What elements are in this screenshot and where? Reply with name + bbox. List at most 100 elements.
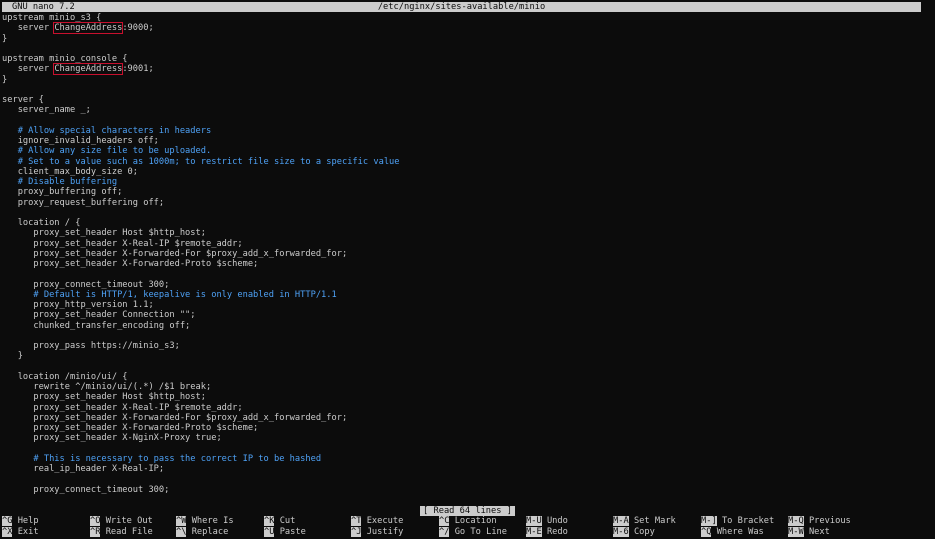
shortcut-key: ^W	[176, 516, 187, 526]
comment-line: # Disable buffering	[2, 177, 927, 187]
code-line: proxy_http_version 1.1;	[2, 300, 927, 310]
shortcut-label: Set Mark	[633, 516, 676, 526]
code-line: }	[2, 351, 927, 361]
code-line: upstream minio_s3 {	[2, 13, 927, 23]
code-line: server ChangeAddress:9000;	[2, 22, 927, 35]
code-line: ignore_invalid_headers off;	[2, 136, 927, 146]
shortcut-key: ^K	[264, 516, 275, 526]
shortcut-label: Exit	[17, 526, 39, 537]
shortcut-key: M-6	[613, 526, 629, 537]
line-text: upstream minio_s3 {	[2, 13, 102, 23]
shortcut-set-mark[interactable]: M-A Set Mark	[613, 516, 676, 527]
code-line: proxy_connect_timeout 300;	[2, 485, 927, 495]
code-line: server_name _;	[2, 105, 927, 115]
shortcut-label: Where Is	[191, 516, 234, 526]
shortcut-label: Undo	[546, 516, 568, 526]
code-line: proxy_set_header Host $http_host;	[2, 228, 927, 238]
shortcut-label: Replace	[191, 526, 229, 537]
shortcut-key: ^U	[264, 526, 275, 537]
code-line: proxy_set_header X-NginX-Proxy true;	[2, 433, 927, 443]
line-text: # This is necessary to pass the correct …	[2, 453, 322, 464]
shortcut-execute[interactable]: ^T Execute	[351, 516, 403, 527]
shortcut-key: M-E	[526, 526, 542, 537]
comment-line: # Allow special characters in headers	[2, 126, 927, 136]
line-text: proxy_http_version 1.1;	[2, 300, 154, 310]
shortcut-previous[interactable]: M-Q Previous	[788, 516, 851, 527]
highlighted-address: ChangeAddress	[53, 22, 124, 35]
shortcut-write-out[interactable]: ^O Write Out	[90, 516, 153, 527]
shortcut-where-is[interactable]: ^W Where Is	[176, 516, 234, 527]
line-text: proxy_set_header X-Forwarded-Proto $sche…	[2, 423, 259, 433]
line-text: location / {	[2, 218, 81, 228]
shortcut-undo[interactable]: M-U Undo	[526, 516, 568, 527]
shortcut-cut[interactable]: ^K Cut	[264, 516, 295, 527]
line-text: proxy_set_header X-Forwarded-For $proxy_…	[2, 248, 348, 259]
code-line: location / {	[2, 218, 927, 228]
line-text: chunked_transfer_encoding off;	[2, 320, 191, 331]
shortcut-justify[interactable]: ^J Justify	[351, 526, 403, 538]
shortcut-where-was[interactable]: ^Q Where Was	[701, 526, 764, 538]
highlighted-address: ChangeAddress	[53, 63, 124, 76]
shortcut-paste[interactable]: ^U Paste	[264, 526, 306, 538]
shortcut-help[interactable]: ^G Help	[2, 516, 39, 527]
line-text: location /minio/ui/ {	[2, 371, 128, 382]
shortcut-row-1: ^G Help ^O Write Out ^W Where Is ^K Cut ^T E…	[2, 516, 935, 527]
code-line: server {	[2, 95, 927, 105]
code-line: proxy_set_header X-Real-IP $remote_addr;	[2, 403, 927, 413]
shortcut-key: ^T	[351, 516, 362, 526]
code-line: proxy_request_buffering off;	[2, 198, 927, 208]
shortcut-read-file[interactable]: ^R Read File	[90, 526, 153, 538]
code-line: proxy_connect_timeout 300;	[2, 280, 927, 290]
shortcut-label: Read File	[105, 526, 153, 537]
shortcut-key: ^\	[176, 526, 187, 537]
shortcut-label: Location	[454, 516, 497, 526]
code-line: proxy_set_header X-Forwarded-Proto $sche…	[2, 259, 927, 269]
line-text: proxy_set_header X-Forwarded-For $proxy_…	[2, 412, 348, 423]
code-line: proxy_set_header Connection "";	[2, 310, 927, 320]
shortcut-key: M-A	[613, 516, 629, 526]
shortcut-label: Redo	[546, 526, 568, 537]
line-text-suffix: :9001;	[122, 64, 154, 75]
shortcut-key: ^X	[2, 526, 13, 537]
code-line: chunked_transfer_encoding off;	[2, 321, 927, 331]
comment-line: # This is necessary to pass the correct …	[2, 454, 927, 464]
line-text: # Set to a value such as 1000m; to restr…	[2, 156, 400, 167]
shortcut-label: Previous	[808, 516, 851, 526]
shortcut-key: ^J	[351, 526, 362, 537]
comment-line: # Default is HTTP/1, keepalive is only e…	[2, 290, 927, 300]
shortcut-key: ^R	[90, 526, 101, 537]
code-line: proxy_set_header X-Forwarded-For $proxy_…	[2, 413, 927, 423]
shortcut-label: To Bracket	[721, 516, 775, 526]
code-line: }	[2, 34, 927, 44]
comment-line: # Set to a value such as 1000m; to restr…	[2, 157, 927, 167]
shortcut-key: ^C	[439, 516, 450, 526]
line-text: # Disable buffering	[2, 177, 118, 187]
shortcut-copy[interactable]: M-6 Copy	[613, 526, 655, 538]
code-line: location /minio/ui/ {	[2, 372, 927, 382]
shortcut-key: M-]	[701, 516, 717, 526]
shortcut-next[interactable]: M-W Next	[788, 526, 830, 538]
file-path: /etc/nginx/sites-available/minio	[377, 2, 546, 12]
editor-text-area[interactable]: upstream minio_s3 { server ChangeAddress…	[2, 13, 927, 495]
shortcut-to-bracket[interactable]: M-] To Bracket	[701, 516, 774, 527]
shortcut-go-to-line[interactable]: ^/ Go To Line	[439, 526, 507, 538]
line-text: }	[2, 74, 8, 85]
line-text: }	[2, 351, 23, 362]
shortcut-redo[interactable]: M-E Redo	[526, 526, 568, 538]
code-line: client_max_body_size 0;	[2, 167, 927, 177]
shortcut-key: ^O	[90, 516, 101, 526]
line-text: real_ip_header X-Real-IP;	[2, 464, 165, 474]
shortcut-location[interactable]: ^C Location	[439, 516, 497, 527]
shortcut-label: Copy	[633, 526, 655, 537]
line-text: proxy_connect_timeout 300;	[2, 484, 170, 495]
shortcut-row-2: ^X Exit ^R Read File ^\ Replace ^U Paste ^J …	[2, 526, 935, 538]
shortcut-replace[interactable]: ^\ Replace	[176, 526, 229, 538]
code-line: rewrite ^/minio/ui/(.*) /$1 break;	[2, 382, 927, 392]
line-text: proxy_set_header X-Forwarded-Proto $sche…	[2, 259, 259, 269]
line-text: # Default is HTTP/1, keepalive is only e…	[2, 289, 337, 300]
shortcut-exit[interactable]: ^X Exit	[2, 526, 39, 538]
